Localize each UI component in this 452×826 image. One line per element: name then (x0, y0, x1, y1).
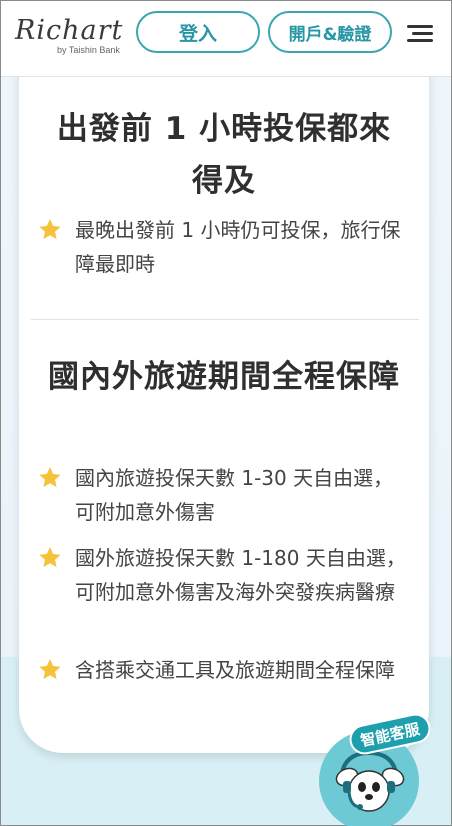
logo-subtitle: by Taishin Bank (57, 45, 120, 55)
star-icon (39, 219, 61, 240)
list-item-text: 含搭乘交通工具及旅遊期間全程保障 (75, 658, 395, 682)
top-header: Richart by Taishin Bank 登入 開戶&驗證 (1, 1, 451, 77)
richart-logo[interactable]: Richart by Taishin Bank (15, 15, 123, 55)
star-icon (39, 467, 61, 488)
star-icon (39, 547, 61, 568)
chatbot-button[interactable]: 智能客服 (319, 710, 434, 826)
section-title-1: 出發前 1 小時投保都來得及 (56, 111, 392, 199)
star-icon (39, 659, 61, 680)
list-item-text: 國內旅遊投保天數 1-30 天自由選，可附加意外傷害 (75, 466, 394, 524)
login-button[interactable]: 登入 (136, 11, 260, 53)
hamburger-menu-icon[interactable] (407, 23, 433, 43)
list-item: 最晚出發前 1 小時仍可投保，旅行保障最即時 (37, 213, 417, 281)
section-title-2: 國內外旅遊期間全程保障 (48, 359, 400, 395)
logo-wordmark: Richart (15, 15, 124, 46)
list-item: 含搭乘交通工具及旅遊期間全程保障 (37, 653, 417, 687)
list-item: 國外旅遊投保天數 1-180 天自由選，可附加意外傷害及海外突發疾病醫療 (37, 541, 417, 609)
list-item-text: 國外旅遊投保天數 1-180 天自由選，可附加意外傷害及海外突發疾病醫療 (75, 546, 406, 604)
list-item: 國內旅遊投保天數 1-30 天自由選，可附加意外傷害 (37, 461, 417, 529)
open-account-button[interactable]: 開戶&驗證 (268, 11, 392, 53)
list-item-text: 最晚出發前 1 小時仍可投保，旅行保障最即時 (75, 218, 401, 276)
section-divider (31, 319, 419, 320)
